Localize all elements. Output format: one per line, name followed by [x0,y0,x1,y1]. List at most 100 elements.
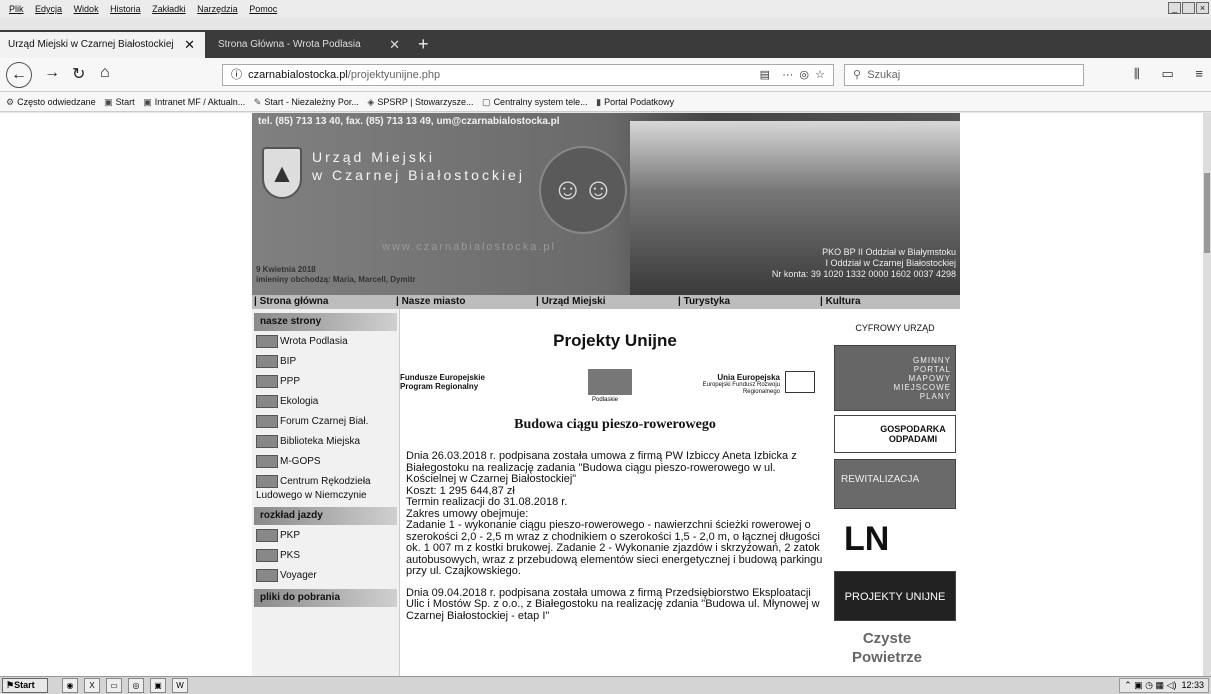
bookmark-label: Intranet MF / Aktualn... [154,97,246,107]
sidebar-item[interactable]: BIP [256,355,399,371]
sidebar-label: PKP [280,530,301,542]
nav-city[interactable]: | Nasze miasto [396,296,466,307]
sidebar-label: Forum Czarnej Biał. [280,416,369,428]
menu-tools[interactable]: Narzędzia [197,0,238,18]
sidebar-item[interactable]: Wrota Podlasia [256,335,399,351]
article-paragraph: Zadanie 1 - wykonanie ciągu pieszo-rower… [406,519,823,577]
bookmark-label: Start [115,97,135,107]
menu-view[interactable]: Widok [74,0,99,18]
sidebar-label: Wrota Podlasia [280,336,348,348]
nav-home[interactable]: | Strona główna [254,296,328,307]
logo-podlaskie-icon [588,369,632,395]
site-nav: | Strona główna | Nasze miasto | Urząd M… [252,295,960,309]
sidebar-item[interactable]: Voyager [256,569,399,585]
menu-hamburger-icon[interactable]: ≡ [1195,66,1203,81]
search-input[interactable]: ⚲ Szukaj [844,64,1084,86]
toolbar-right: ⫼ ▭ ≡ [1116,66,1203,82]
banner-gospodarka-odpadami[interactable]: GOSPODARKA ODPADAMI [834,415,956,453]
reader-view-icon[interactable]: ▤ [760,69,770,81]
banner-czyste-powietrze[interactable]: Czyste Powietrze [842,629,932,669]
wrota-logo-icon [256,335,278,348]
page-icon: ▣ [143,97,152,107]
close-tab-icon[interactable]: ✕ [389,32,400,58]
banner-portal-mapowy[interactable]: GMINNY PORTAL MAPOWY MIEJSCOWE PLANY [834,345,956,411]
voyager-logo-icon [256,569,278,583]
sidebar-item[interactable]: PPP [256,375,399,391]
bookmark-item[interactable]: ◈ SPSRP | Stowarzysze... [367,92,473,112]
firefox-taskbar-icon[interactable]: ◉ [62,678,78,693]
back-button[interactable]: ← [6,62,32,88]
tab-wrota[interactable]: Strona Główna - Wrota Podlasia ✕ [210,32,410,58]
bank-line: PKO BP II Oddział w Białymstoku [822,247,956,257]
menu-file[interactable]: Plik [9,0,24,18]
tab-urzad[interactable]: Urząd Miejski w Czarnej Białostockiej ✕ [0,32,205,58]
website: tel. (85) 713 13 40, fax. (85) 713 13 49… [252,113,960,676]
sidebar-item[interactable]: M-GOPS [256,455,399,471]
nameday-text: imieniny obchodzą: Maria, Marcell, Dymit… [256,275,416,284]
page-scrollbar[interactable] [1203,113,1211,676]
sidebar-label: Voyager [280,570,317,582]
url-bar[interactable]: ⓘ czarnabialostocka.pl/projektyunijne.ph… [222,64,834,86]
excel-taskbar-icon[interactable]: X [84,678,100,693]
bookmark-item[interactable]: ▣ Intranet MF / Aktualn... [143,92,245,112]
bank-line: I Oddział w Czarnej Białostockiej [825,258,956,268]
sidebar-icon[interactable]: ▭ [1161,66,1173,81]
forward-button[interactable]: → [44,64,60,82]
sidebar-item[interactable]: Centrum Rękodzieła Ludowego w Niemczynie [256,475,399,503]
bookmark-label: Start - Niezależny Por... [264,97,359,107]
library-icon[interactable]: ⫼ [1134,66,1140,81]
banner-projekty-unijne[interactable]: PROJEKTY UNIJNE [834,571,956,621]
tab-bar: Urząd Miejski w Czarnej Białostockiej ✕ … [0,30,1211,58]
sidebar-item[interactable]: Ekologia [256,395,399,411]
app-taskbar-icon[interactable]: ◎ [128,678,144,693]
nav-office[interactable]: | Urząd Miejski [536,296,606,307]
app-taskbar-icon[interactable]: ▣ [150,678,166,693]
bookmark-item[interactable]: ▣ Start [104,92,135,112]
nav-tourism[interactable]: | Turystyka [678,296,730,307]
article-line: Termin realizacji do 31.08.2018 r. [406,496,568,508]
new-tab-button[interactable]: + [418,32,429,56]
tab-label: Urząd Miejski w Czarnej Białostockiej [8,39,174,50]
bank-info: PKO BP II Oddział w Białymstoku I Oddzia… [772,247,956,280]
banner-rewitalizacja[interactable]: REWITALIZACJA [834,459,956,509]
home-icon[interactable]: ⌂ [100,64,110,82]
bookmark-item[interactable]: ⚙ Często odwiedzane [6,92,96,112]
page-actions-icon[interactable]: ··· [782,69,793,81]
menu-history[interactable]: Historia [110,0,141,18]
start-button[interactable]: ⚑Start [2,678,48,693]
logo-eu: Unia Europejska Europejski Fundusz Rozwo… [700,373,780,396]
sidebar-item[interactable]: PKS [256,549,399,565]
forum-logo-icon [256,415,278,428]
sidebar-item[interactable]: Forum Czarnej Biał. [256,415,399,431]
sidebar-item[interactable]: Biblioteka Miejska [256,435,399,451]
pocket-icon[interactable]: ◎ [799,69,809,81]
maximize-button[interactable] [1182,2,1195,14]
banner-ln[interactable]: LN [834,515,956,563]
window-controls: _ × [1167,2,1209,14]
search-icon: ⚲ [853,69,862,81]
nav-culture[interactable]: | Kultura [820,296,861,307]
bookmark-item[interactable]: ▮ Portal Podatkowy [596,92,674,112]
tray-icons[interactable]: ⌃ ▣ ◷ ▦ ◁) [1124,680,1176,690]
menu-help[interactable]: Pomoc [249,0,277,18]
word-taskbar-icon[interactable]: W [172,678,188,693]
bookmarks-toolbar: ⚙ Często odwiedzane ▣ Start ▣ Intranet MF /… [0,92,1211,112]
menu-edit[interactable]: Edycja [35,0,62,18]
scrollbar-thumb[interactable] [1204,173,1210,253]
reload-button[interactable]: ↻ [72,64,85,84]
bookmark-item[interactable]: ▢ Centralny system tele... [482,92,588,112]
menu-bookmarks[interactable]: Zakładki [152,0,186,18]
pkp-logo-icon [256,529,278,543]
sidebar-label: BIP [280,356,297,368]
banner-cyfrowy-urzad[interactable]: CYFROWY URZĄD [834,315,956,341]
info-icon[interactable]: ⓘ [231,69,242,81]
logo-text: Fundusze Europejskie [400,373,485,382]
bookmark-star-icon[interactable]: ☆ [815,69,825,81]
minimize-button[interactable]: _ [1168,2,1181,14]
bookmark-item[interactable]: ✎ Start - Niezależny Por... [254,92,359,112]
folder-taskbar-icon[interactable]: ▭ [106,678,122,693]
close-window-button[interactable]: × [1196,2,1209,14]
close-tab-icon[interactable]: ✕ [184,32,195,58]
page-icon: ✎ [253,97,262,107]
sidebar-item[interactable]: PKP [256,529,399,545]
